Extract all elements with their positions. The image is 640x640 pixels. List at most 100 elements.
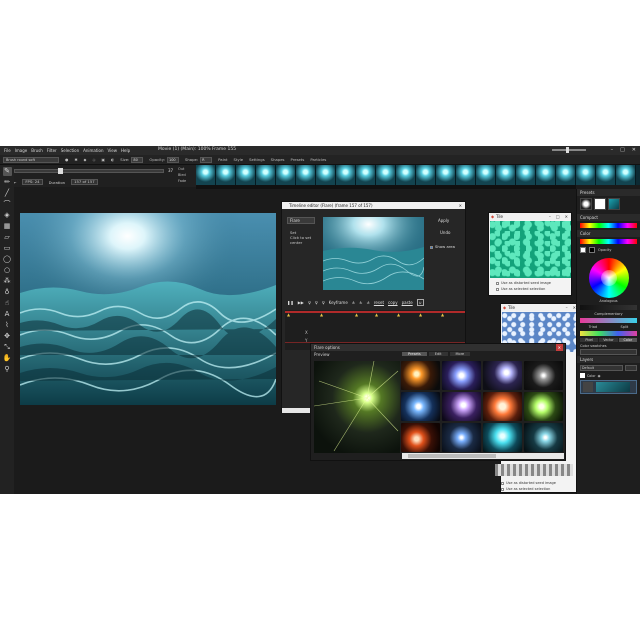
analogous-strip[interactable] bbox=[580, 305, 637, 310]
eraser-tool-icon[interactable]: ▱ bbox=[3, 233, 12, 242]
flare-preset-thumb[interactable] bbox=[483, 392, 522, 421]
brush-lock-icon[interactable]: ▣ bbox=[101, 157, 105, 162]
fps-select[interactable]: FPS: 24 bbox=[22, 179, 43, 185]
flare-scrollbar[interactable] bbox=[402, 453, 564, 459]
tab-more[interactable]: More bbox=[449, 352, 471, 356]
tab-vector[interactable]: Vector bbox=[599, 338, 618, 342]
bulb-icon[interactable]: ♀ bbox=[322, 300, 325, 305]
menu-selection[interactable]: Selection bbox=[61, 148, 79, 153]
filmstrip-frame[interactable] bbox=[476, 165, 496, 185]
clone-tool-icon[interactable]: ♁ bbox=[3, 288, 12, 297]
filmstrip-frame[interactable] bbox=[216, 165, 236, 185]
close-icon[interactable]: ✕ bbox=[632, 147, 636, 153]
paste-link[interactable]: paste bbox=[402, 300, 413, 305]
menu-filter[interactable]: Filter bbox=[47, 148, 57, 153]
close-icon[interactable]: ✕ bbox=[555, 344, 563, 351]
filmstrip-frame[interactable] bbox=[436, 165, 456, 185]
keyframe-marker-icon[interactable]: ▲ bbox=[355, 312, 358, 317]
image-canvas[interactable] bbox=[20, 213, 276, 405]
menu-view[interactable]: View bbox=[108, 148, 118, 153]
flare-preview[interactable] bbox=[313, 360, 400, 453]
filmstrip-frame[interactable] bbox=[316, 165, 336, 185]
brush-blend-icon[interactable]: ◐ bbox=[111, 157, 114, 162]
add-keyframe-icon[interactable]: ± bbox=[359, 300, 362, 305]
keyframe-marker-icon[interactable]: ▲ bbox=[287, 312, 290, 317]
pause-icon[interactable]: ❚❚ bbox=[287, 300, 294, 305]
curve-tool-icon[interactable]: ⌒ bbox=[3, 200, 12, 209]
gradient-tool-icon[interactable]: ▦ bbox=[3, 222, 12, 231]
smudge-tool-icon[interactable]: ☝ bbox=[3, 299, 12, 308]
window-scrollbar[interactable] bbox=[282, 408, 312, 413]
texture-option[interactable]: Use as distorted seed image bbox=[496, 281, 551, 285]
flare-preset-thumb[interactable] bbox=[401, 423, 440, 452]
flare-preset-thumb[interactable] bbox=[483, 361, 522, 390]
opacity-field[interactable]: 100 bbox=[166, 156, 179, 163]
presets-button[interactable]: Presets bbox=[291, 157, 305, 162]
effect-preview[interactable] bbox=[323, 217, 424, 290]
reset-link[interactable]: reset bbox=[374, 300, 384, 305]
minimize-icon[interactable]: – bbox=[611, 147, 614, 153]
menu-animation[interactable]: Animation bbox=[83, 148, 103, 153]
flare-preset-thumb[interactable] bbox=[524, 392, 563, 421]
brush-preset-thumb[interactable] bbox=[594, 198, 606, 210]
zoom-slider[interactable] bbox=[552, 149, 586, 151]
flare-preset-thumb[interactable] bbox=[442, 361, 481, 390]
fill-tool-icon[interactable]: ◈ bbox=[3, 211, 12, 220]
filmstrip-frame[interactable] bbox=[596, 165, 616, 185]
filmstrip-frame[interactable] bbox=[296, 165, 316, 185]
close-icon[interactable]: ✕ bbox=[459, 202, 462, 209]
transform-tool-icon[interactable]: ⤡ bbox=[3, 343, 12, 352]
flare-preset-thumb[interactable] bbox=[401, 361, 440, 390]
shapes-button[interactable]: Shapes bbox=[271, 157, 285, 162]
style-select[interactable]: Style bbox=[234, 157, 244, 162]
filmstrip-frame[interactable] bbox=[536, 165, 556, 185]
lasso-tool-icon[interactable]: ○ bbox=[3, 266, 12, 275]
texture-option[interactable]: Use as selected selection bbox=[496, 287, 545, 291]
add-keyframe-icon[interactable]: ± bbox=[367, 300, 370, 305]
brush-tool-icon[interactable]: ✎ bbox=[2, 167, 12, 176]
menu-help[interactable]: Help bbox=[121, 148, 130, 153]
ellipse-tool-icon[interactable]: ◯ bbox=[3, 255, 12, 264]
close-icon[interactable]: ✕ bbox=[565, 213, 568, 220]
flare-preset-thumb[interactable] bbox=[524, 423, 563, 452]
filmstrip-frame[interactable] bbox=[236, 165, 256, 185]
layer-row[interactable] bbox=[580, 380, 637, 394]
tab-color[interactable]: Color bbox=[618, 338, 637, 342]
filmstrip-frame[interactable] bbox=[196, 165, 216, 185]
keyframe-marker-icon[interactable]: ▲ bbox=[419, 312, 422, 317]
texture-option[interactable]: Use as distorted seed image bbox=[501, 481, 556, 485]
filmstrip-frame[interactable] bbox=[496, 165, 516, 185]
magnet-icon[interactable]: ∪ bbox=[416, 299, 424, 306]
move-tool-icon[interactable]: ✥ bbox=[3, 332, 12, 341]
step-forward-icon[interactable]: ▶▶ bbox=[298, 300, 304, 305]
filmstrip-frame[interactable] bbox=[356, 165, 376, 185]
filmstrip-frame[interactable] bbox=[456, 165, 476, 185]
filmstrip-frame[interactable] bbox=[516, 165, 536, 185]
brush-shape-icon[interactable]: ✱ bbox=[74, 157, 77, 162]
menu-file[interactable]: File bbox=[4, 148, 11, 153]
maximize-icon[interactable]: □ bbox=[620, 147, 625, 153]
filmstrip-frame[interactable] bbox=[556, 165, 576, 185]
hue-strip[interactable] bbox=[580, 223, 637, 228]
flare-preset-thumb[interactable] bbox=[483, 423, 522, 452]
wand-tool-icon[interactable]: ⁂ bbox=[3, 277, 12, 286]
texture-preview[interactable] bbox=[490, 221, 571, 278]
maximize-icon[interactable]: □ bbox=[556, 213, 560, 220]
effect-select[interactable]: Flare bbox=[287, 217, 315, 224]
tab-presets[interactable]: Presets bbox=[402, 352, 427, 356]
filmstrip-frame[interactable] bbox=[376, 165, 396, 185]
size-field[interactable]: 80 bbox=[131, 156, 144, 163]
flare-preset-thumb[interactable] bbox=[524, 361, 563, 390]
brush-reset-icon[interactable]: ● bbox=[65, 157, 68, 162]
minimize-icon[interactable]: – bbox=[566, 304, 568, 311]
tab-edit[interactable]: Edit bbox=[428, 352, 448, 356]
apply-button[interactable]: Apply bbox=[438, 218, 449, 223]
filmstrip-frame[interactable] bbox=[336, 165, 356, 185]
pencil-tool-icon[interactable]: ✏ bbox=[3, 178, 12, 187]
flare-preset-thumb[interactable] bbox=[401, 392, 440, 421]
filmstrip-frame[interactable] bbox=[576, 165, 596, 185]
frame-scrubber[interactable] bbox=[14, 169, 164, 173]
tab-pixel[interactable]: Pixel bbox=[580, 338, 599, 342]
brush-tip-icon[interactable]: ◆ bbox=[84, 157, 87, 162]
bulb-icon[interactable]: ♀ bbox=[308, 300, 311, 305]
